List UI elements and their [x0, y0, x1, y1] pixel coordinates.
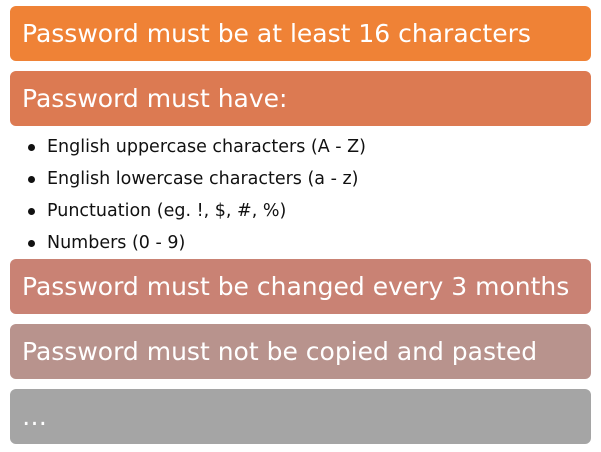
requirement-numbers: Numbers (0 - 9) [28, 227, 366, 259]
rule-change-frequency-bar: Password must be changed every 3 months [10, 259, 591, 314]
bullet-icon [28, 239, 35, 247]
requirement-text: English lowercase characters (a - z) [47, 169, 359, 189]
rule-change-frequency-text: Password must be changed every 3 months [22, 272, 570, 301]
requirement-text: English uppercase characters (A - Z) [47, 137, 366, 157]
requirement-lowercase: English lowercase characters (a - z) [28, 163, 366, 195]
rule-min-length-bar: Password must be at least 16 characters [10, 6, 591, 61]
rule-ellipsis-text: … [22, 402, 47, 431]
rule-no-copy-paste-bar: Password must not be copied and pasted [10, 324, 591, 379]
requirement-text: Punctuation (eg. !, $, #, %) [47, 201, 287, 221]
requirement-text: Numbers (0 - 9) [47, 233, 186, 253]
bullet-icon [28, 175, 35, 183]
rule-must-have-text: Password must have: [22, 84, 288, 113]
requirement-uppercase: English uppercase characters (A - Z) [28, 131, 366, 163]
bullet-icon [28, 143, 35, 151]
requirement-punctuation: Punctuation (eg. !, $, #, %) [28, 195, 366, 227]
rule-must-have-bar: Password must have: [10, 71, 591, 126]
rule-ellipsis-bar: … [10, 389, 591, 444]
rule-no-copy-paste-text: Password must not be copied and pasted [22, 337, 538, 366]
bullet-icon [28, 207, 35, 215]
requirements-list: English uppercase characters (A - Z) Eng… [28, 131, 366, 259]
rule-min-length-text: Password must be at least 16 characters [22, 19, 531, 48]
